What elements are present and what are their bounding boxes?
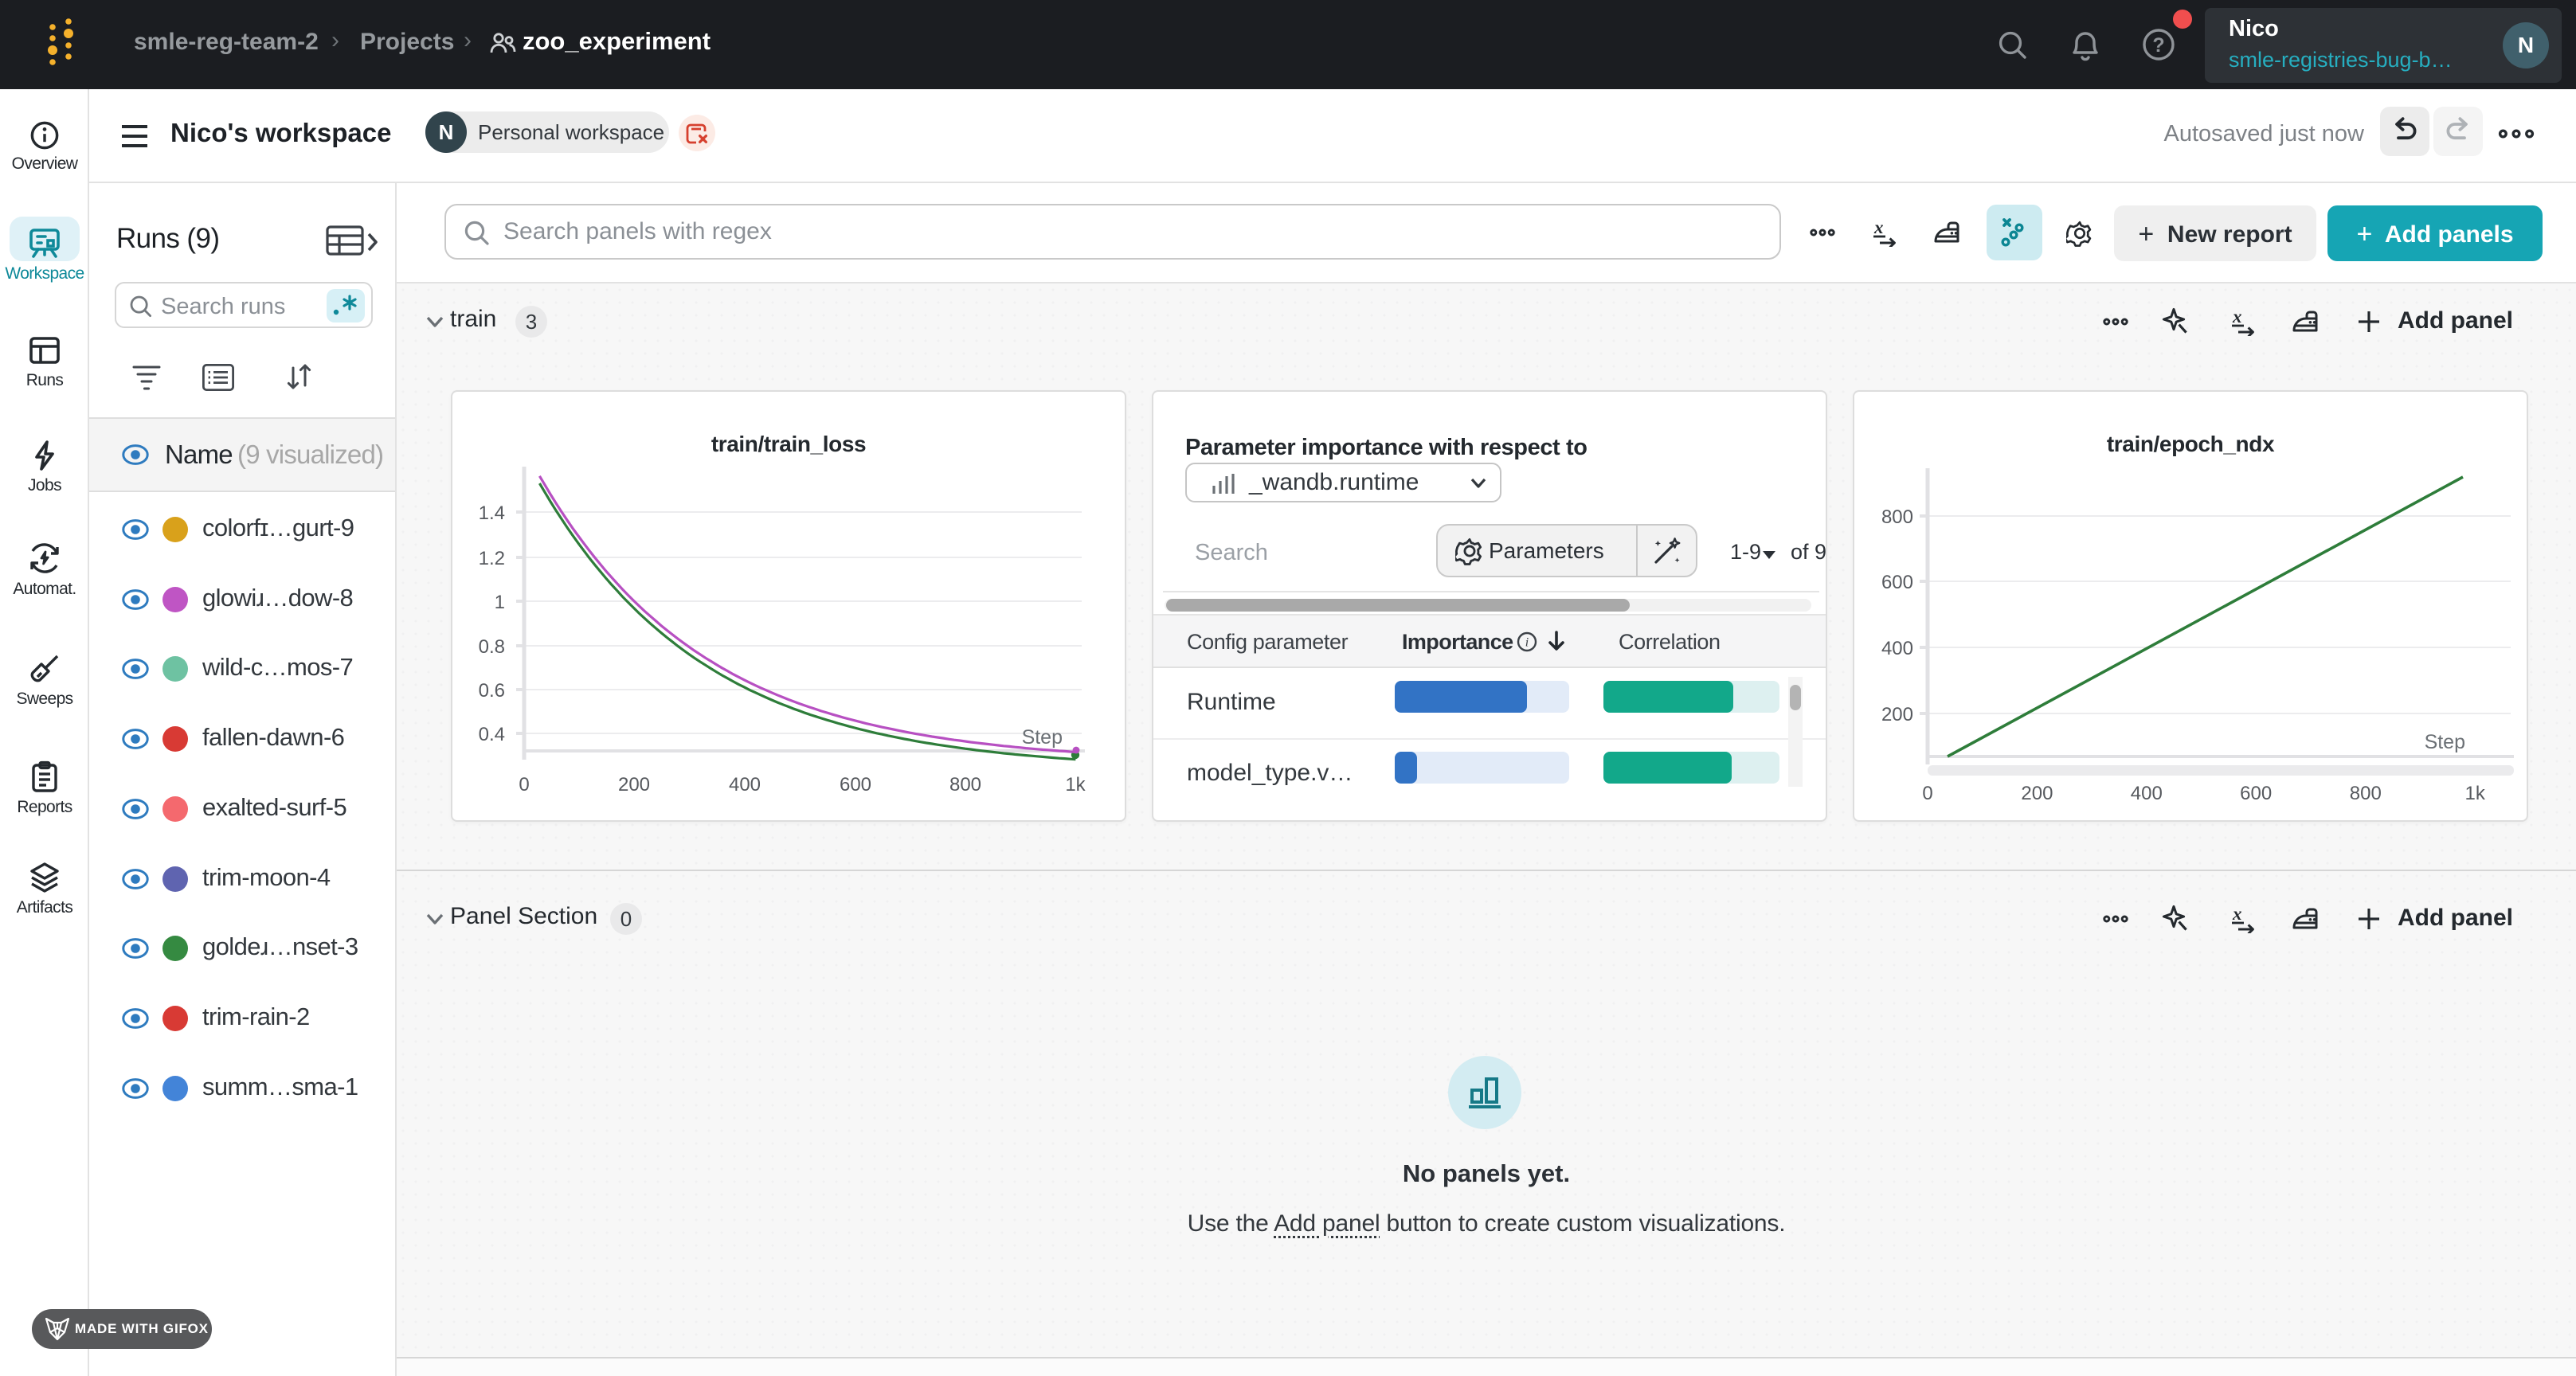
svg-text:400: 400 [1881, 638, 1913, 659]
svg-text:0: 0 [519, 774, 529, 796]
svg-text:0.4: 0.4 [479, 724, 505, 745]
svg-text:?: ? [2152, 34, 2164, 57]
svg-text:200: 200 [618, 774, 650, 796]
svg-text:i: i [1525, 636, 1529, 650]
svg-text:x: x [2232, 307, 2242, 326]
svg-text:800: 800 [2350, 783, 2382, 804]
svg-text:200: 200 [1881, 704, 1913, 725]
svg-text:400: 400 [2131, 783, 2163, 804]
svg-text:x: x [2232, 905, 2242, 924]
svg-text:Step: Step [1022, 726, 1063, 749]
svg-text:600: 600 [1881, 572, 1913, 593]
svg-text:800: 800 [1881, 506, 1913, 528]
svg-text:0.8: 0.8 [479, 636, 505, 658]
svg-text:200: 200 [2021, 783, 2053, 804]
svg-text:1k: 1k [2465, 783, 2486, 804]
svg-text:0.6: 0.6 [479, 680, 505, 702]
svg-text:600: 600 [840, 774, 871, 796]
svg-text:1k: 1k [1065, 774, 1086, 796]
svg-text:400: 400 [729, 774, 761, 796]
svg-text:Step: Step [2425, 731, 2465, 753]
svg-text:600: 600 [2240, 783, 2272, 804]
svg-text:x: x [1873, 218, 1884, 237]
svg-text:1: 1 [495, 592, 505, 613]
svg-text:800: 800 [949, 774, 981, 796]
svg-text:1.4: 1.4 [479, 502, 505, 524]
svg-text:0: 0 [1922, 783, 1932, 804]
svg-text:1.2: 1.2 [479, 548, 505, 569]
